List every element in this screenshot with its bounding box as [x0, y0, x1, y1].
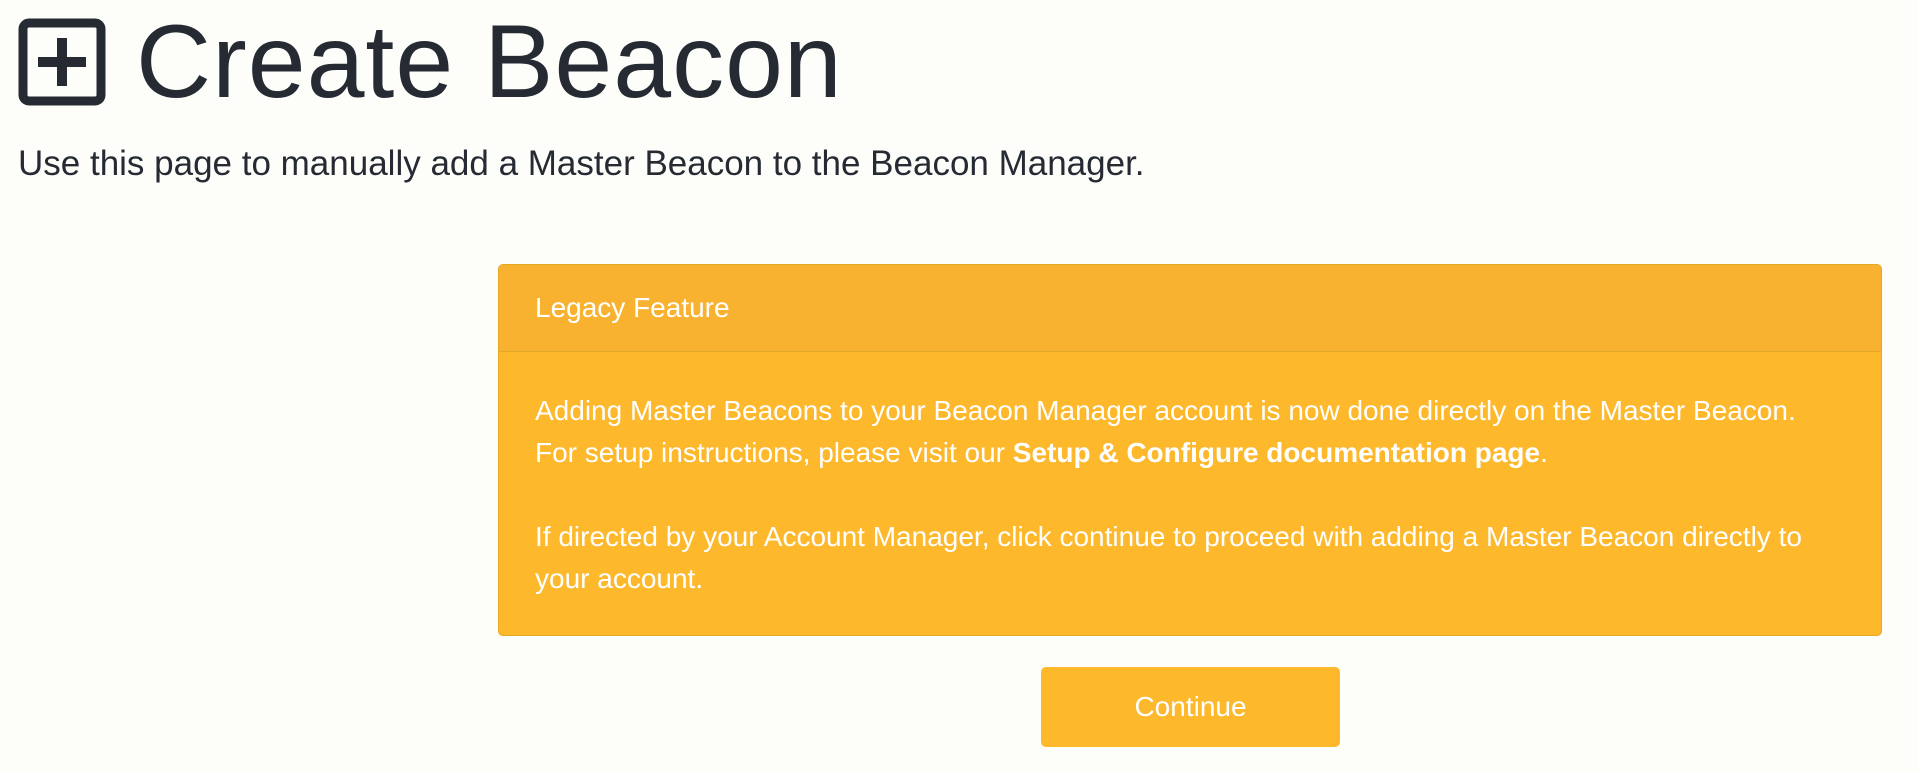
panel-body: Adding Master Beacons to your Beacon Man…	[499, 352, 1881, 600]
panel-heading: Legacy Feature	[499, 265, 1881, 352]
page-title: Create Beacon	[136, 4, 843, 120]
panel-paragraph-setup: Adding Master Beacons to your Beacon Man…	[535, 390, 1845, 474]
page-subtitle: Use this page to manually add a Master B…	[18, 144, 1145, 183]
plus-square-icon	[18, 18, 106, 106]
panel-paragraph-continue: If directed by your Account Manager, cli…	[535, 521, 1802, 594]
setup-documentation-link[interactable]: Setup & Configure documentation page	[1013, 437, 1540, 468]
legacy-feature-panel: Legacy Feature Adding Master Beacons to …	[498, 264, 1882, 636]
panel-paragraph-setup-end: .	[1540, 437, 1548, 468]
continue-button[interactable]: Continue	[1041, 667, 1340, 747]
page-header: Create Beacon	[18, 4, 843, 120]
